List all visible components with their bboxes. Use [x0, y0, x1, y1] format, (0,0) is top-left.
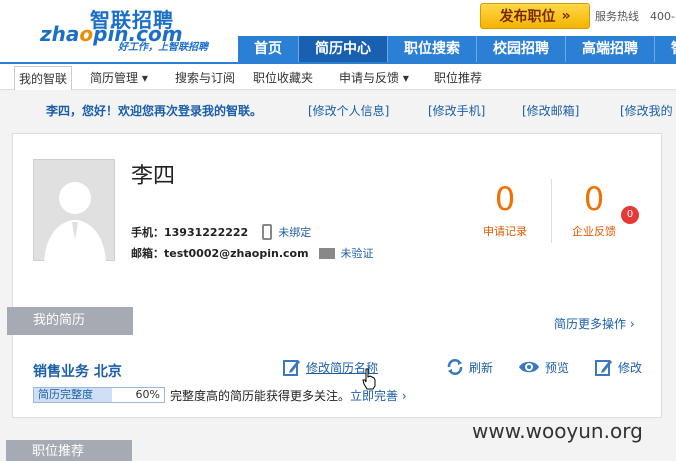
- feedback-badge: 0: [621, 206, 639, 224]
- subnav-resume-management[interactable]: 简历管理 ▾: [90, 69, 148, 86]
- stat-divider: [551, 179, 552, 243]
- edit-email-link[interactable]: [修改邮箱]: [522, 102, 579, 119]
- nav-home[interactable]: 首页: [238, 36, 299, 62]
- subnav-my-zhaopin[interactable]: 我的智联: [14, 66, 73, 90]
- watermark: www.wooyun.org: [472, 419, 643, 443]
- chevron-right-icon: ›: [629, 317, 635, 331]
- preview-button[interactable]: 预览: [518, 358, 569, 376]
- subnav-favorites[interactable]: 职位收藏夹: [253, 69, 313, 86]
- welcome-bar: 李四，您好！欢迎您再次登录我的智联。 [修改个人信息] [修改手机] [修改邮箱…: [0, 90, 676, 130]
- phone-bind-status[interactable]: 未绑定: [278, 224, 311, 240]
- email-label: 邮箱：test0002@zhaopin.com: [131, 247, 309, 260]
- refresh-button[interactable]: 刷新: [446, 358, 493, 376]
- my-resume-section-title: 我的简历: [7, 307, 133, 335]
- profile-card: 李四 手机：13931222222 未绑定 邮箱：test0002@zhaopi…: [7, 133, 662, 418]
- complete-now-link[interactable]: 立即完善: [350, 389, 398, 403]
- service-hotline: 服务热线 400-: [595, 10, 675, 23]
- apply-count: 0: [494, 180, 516, 218]
- logo-slogan: 好工作，上智联招聘: [118, 42, 208, 53]
- edit-pencil-icon: [283, 360, 300, 376]
- site-header: 智联招聘 zhaopin.com 好工作，上智联招聘 发布职位 » 服务热线 4…: [0, 0, 676, 62]
- publish-job-button[interactable]: 发布职位 »: [480, 3, 590, 29]
- chevron-right-icon: ›: [401, 389, 407, 403]
- welcome-message: 李四，您好！欢迎您再次登录我的智联。: [46, 104, 263, 118]
- email-verify-status[interactable]: 未验证: [341, 245, 374, 261]
- completeness-label: 简历完整度: [34, 388, 112, 402]
- phone-value: 13931222222: [164, 226, 249, 239]
- apply-records-stat[interactable]: 0 申请记录: [465, 179, 545, 239]
- subnav-applications[interactable]: 申请与反馈 ▾: [339, 69, 409, 86]
- job-recommend-section-title: 职位推荐: [6, 440, 132, 461]
- avatar[interactable]: [33, 159, 115, 262]
- feedback-label: 企业反馈: [572, 225, 616, 238]
- apply-label: 申请记录: [483, 225, 527, 238]
- completeness-progress: 简历完整度 60%: [33, 387, 165, 403]
- completeness-percent: 60%: [135, 388, 160, 401]
- subnav-recommendations[interactable]: 职位推荐: [434, 69, 482, 86]
- zhaopin-logo[interactable]: 智联招聘 zhaopin.com 好工作，上智联招聘: [40, 4, 220, 54]
- refresh-icon: [447, 359, 463, 375]
- eye-icon: [519, 361, 539, 373]
- edit-phone-link[interactable]: [修改手机]: [428, 102, 485, 119]
- email-row: 邮箱：test0002@zhaopin.com 未验证: [131, 245, 374, 261]
- nav-executive[interactable]: 高端招聘: [566, 36, 655, 62]
- nav-job-search[interactable]: 职位搜索: [388, 36, 477, 62]
- nav-resume-center[interactable]: 简历中心: [299, 36, 388, 62]
- double-chevron-right-icon: »: [561, 8, 571, 24]
- profile-name: 李四: [131, 164, 176, 189]
- main-nav: 首页 简历中心 职位搜索 校园招聘 高端招聘 智: [238, 36, 676, 62]
- edit-pencil-icon: [595, 360, 612, 376]
- sub-nav: 我的智联 简历管理 ▾ 搜索与订阅 职位收藏夹 申请与反馈 ▾ 职位推荐: [0, 62, 676, 90]
- envelope-icon: [318, 247, 335, 259]
- mobile-phone-icon: [262, 224, 273, 240]
- nav-more[interactable]: 智: [655, 36, 676, 62]
- phone-row: 手机：13931222222 未绑定: [131, 224, 311, 240]
- resume-title[interactable]: 销售业务 北京: [33, 361, 122, 381]
- subnav-search-subscribe[interactable]: 搜索与订阅: [175, 69, 235, 86]
- email-value: test0002@zhaopin.com: [164, 247, 309, 260]
- edit-personal-info-link[interactable]: [修改个人信息]: [308, 102, 389, 119]
- user-silhouette-icon: [44, 182, 106, 262]
- resume-more-ops-link[interactable]: 简历更多操作 ›: [554, 315, 635, 332]
- nav-campus[interactable]: 校园招聘: [477, 36, 566, 62]
- edit-more-link[interactable]: [修改我的: [620, 102, 673, 119]
- phone-label: 手机：13931222222: [131, 226, 249, 239]
- edit-resume-button[interactable]: 修改: [595, 358, 642, 376]
- hand-cursor-icon: [362, 368, 376, 390]
